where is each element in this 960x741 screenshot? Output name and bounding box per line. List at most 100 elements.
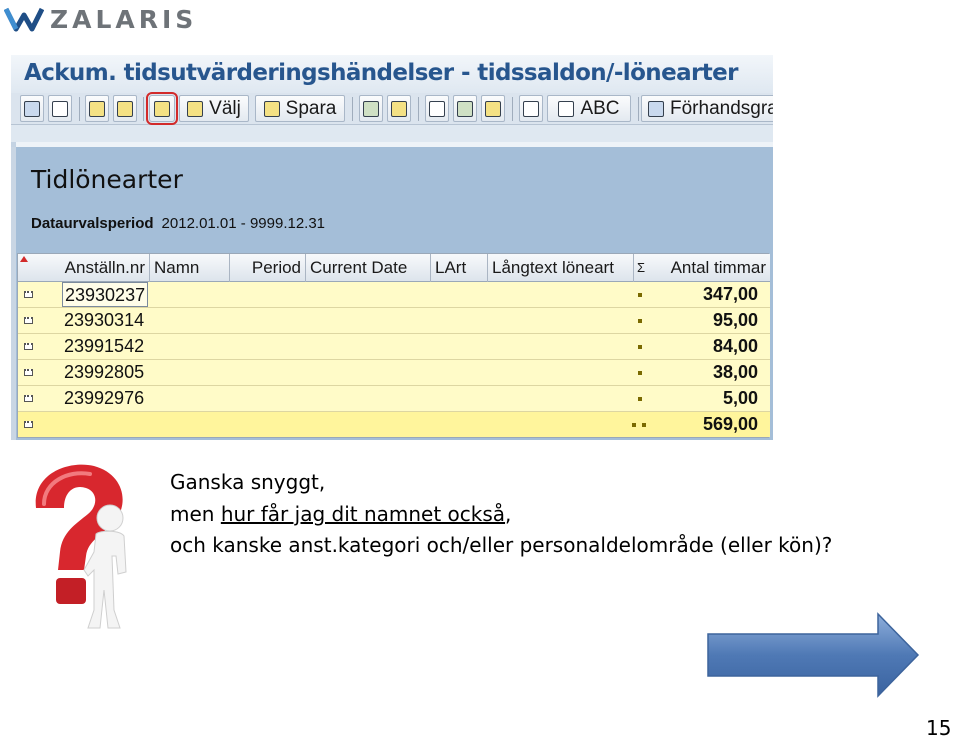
employee-number-cell[interactable]: 23992805 — [64, 360, 150, 385]
layout-save-button[interactable]: Spara — [255, 95, 345, 122]
grid-header: Anställn.nr Namn Period Current Date LAr… — [18, 254, 770, 282]
content-left-border — [11, 147, 16, 440]
total-row[interactable]: 569,00 — [18, 412, 770, 437]
total-marker-icon — [642, 423, 646, 427]
employee-number-cell[interactable]: 23992976 — [64, 386, 150, 411]
next-arrow-icon[interactable] — [706, 612, 920, 698]
table-row[interactable]: 23992805 38,00 — [18, 360, 770, 386]
layout-save-label: Spara — [285, 97, 337, 119]
hours-cell[interactable]: 347,00 — [703, 282, 758, 307]
employee-number-cell[interactable]: 23930314 — [64, 308, 150, 333]
row-selector-icon[interactable] — [21, 417, 37, 431]
layout-change-button[interactable] — [146, 92, 178, 125]
preview-button[interactable]: Förhandsgran — [641, 95, 773, 122]
layout-icon — [263, 100, 280, 117]
table-row[interactable]: 23930314 95,00 — [18, 308, 770, 334]
print-button[interactable] — [85, 95, 109, 122]
send-icon — [457, 100, 473, 117]
comment-line-2-link: hur får jag dit namnet också — [220, 502, 506, 526]
hours-cell[interactable]: 95,00 — [713, 308, 758, 333]
layout-select-label: Välj — [209, 97, 241, 119]
employee-number-cell[interactable]: 23991542 — [64, 334, 150, 359]
sap-report-window: Ackum. tidsutvärderingshändelser - tidss… — [11, 55, 773, 440]
sum-button[interactable] — [359, 95, 383, 122]
details-button[interactable] — [20, 95, 44, 122]
toolbar-separator — [512, 97, 513, 121]
question-mark-figure-icon — [35, 464, 127, 629]
period-value: 2012.01.01 - 9999.12.31 — [161, 215, 326, 232]
preview-label: Förhandsgran — [670, 97, 773, 119]
alv-grid: Anställn.nr Namn Period Current Date LAr… — [17, 253, 770, 438]
alv-toolbar: Välj Spara ABC Förhandsgran — [11, 92, 773, 125]
layout-select-button[interactable]: Välj — [179, 95, 249, 122]
layout-icon — [187, 100, 204, 117]
spreadsheet-icon — [523, 100, 539, 117]
total-hours-cell[interactable]: 569,00 — [703, 412, 758, 437]
zalaris-logo: ZALARIS — [4, 4, 197, 34]
logo-text: ZALARIS — [50, 4, 198, 34]
employee-number-cell[interactable]: 23930237 — [62, 282, 148, 307]
sort-button[interactable] — [113, 95, 137, 122]
comment-line-3: och kanske anst.kategori och/eller perso… — [170, 533, 833, 557]
toolbar-separator — [79, 97, 80, 121]
export-button[interactable] — [425, 95, 449, 122]
column-header-employee[interactable]: Anställn.nr — [18, 254, 150, 282]
selection-period: Dataurvalsperiod 2012.01.01 - 9999.12.31 — [31, 215, 325, 232]
comment-line-2-suffix: , — [505, 502, 512, 526]
filter-button[interactable] — [48, 95, 72, 122]
word-label: ABC — [580, 97, 620, 119]
sum-marker-icon — [638, 397, 642, 401]
hours-cell[interactable]: 84,00 — [713, 334, 758, 359]
hours-cell[interactable]: 38,00 — [713, 360, 758, 385]
subtotal-button[interactable] — [387, 95, 411, 122]
sum-marker-icon — [638, 345, 642, 349]
row-selector-icon[interactable] — [21, 365, 37, 379]
magnifier-icon — [24, 100, 40, 117]
row-selector-icon[interactable] — [21, 339, 37, 353]
period-label: Dataurvalsperiod — [31, 215, 154, 232]
row-selector-icon[interactable] — [21, 391, 37, 405]
comment-line-2: men hur får jag dit namnet också, — [170, 502, 511, 526]
toolbar-separator — [143, 97, 144, 121]
column-header-wagetype[interactable]: LArt — [431, 254, 488, 282]
column-header-name[interactable]: Namn — [150, 254, 230, 282]
export-icon — [429, 100, 445, 117]
sort-icon — [117, 100, 133, 117]
filter-icon — [52, 100, 68, 117]
toolbar-separator — [352, 97, 353, 121]
toolbar-separator — [638, 97, 639, 121]
total-marker-icon — [632, 423, 636, 427]
sum-marker-icon — [638, 293, 642, 297]
column-header-sum[interactable]: Σ — [634, 254, 654, 282]
table-row[interactable]: 23991542 84,00 — [18, 334, 770, 360]
printer-icon — [89, 100, 105, 117]
sum-marker-icon — [638, 319, 642, 323]
comment-line-2-prefix: men — [170, 502, 221, 526]
report-heading: Tidlönearter — [31, 165, 183, 194]
preview-icon — [648, 100, 664, 117]
sigma-icon — [363, 100, 379, 117]
row-selector-icon[interactable] — [21, 287, 37, 301]
sum-marker-icon — [638, 371, 642, 375]
table-row[interactable]: 23992976 5,00 — [18, 386, 770, 412]
word-button[interactable]: ABC — [547, 95, 631, 122]
column-header-current-date[interactable]: Current Date — [306, 254, 431, 282]
comment-line-1: Ganska snyggt, — [170, 470, 326, 494]
row-selector-icon[interactable] — [21, 313, 37, 327]
send-button[interactable] — [453, 95, 477, 122]
window-title: Ackum. tidsutvärderingshändelser - tidss… — [24, 60, 738, 86]
table-row[interactable]: 23930237 347,00 — [18, 282, 770, 308]
toolbar-separator — [418, 97, 419, 121]
column-header-period[interactable]: Period — [230, 254, 306, 282]
zalaris-logo-icon — [4, 7, 44, 32]
column-header-hours[interactable]: Antal timmar — [654, 254, 770, 282]
spreadsheet-button[interactable] — [519, 95, 543, 122]
spreadsheet-icon — [558, 100, 575, 117]
window-title-bar: Ackum. tidsutvärderingshändelser - tidss… — [11, 55, 773, 93]
edit-button[interactable] — [481, 95, 505, 122]
hours-cell[interactable]: 5,00 — [723, 386, 758, 411]
column-header-wagetype-text[interactable]: Långtext löneart — [488, 254, 634, 282]
edit-icon — [485, 100, 501, 117]
subtotal-icon — [391, 100, 407, 117]
page-number: 15 — [926, 716, 952, 740]
